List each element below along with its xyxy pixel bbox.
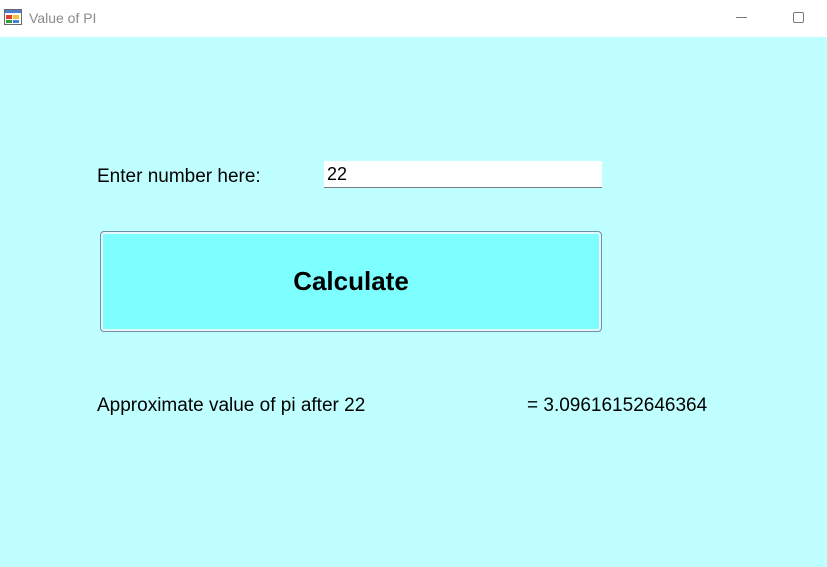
result-label: Approximate value of pi after 22 (97, 395, 366, 416)
minimize-button[interactable] (719, 0, 765, 37)
title-bar[interactable]: Value of PI (0, 0, 827, 37)
calculate-button[interactable]: Calculate (100, 231, 602, 332)
window-title: Value of PI (29, 10, 97, 26)
result-value: = 3.09616152646364 (527, 395, 708, 416)
prompt-label: Enter number here: (97, 166, 261, 187)
maximize-icon (793, 12, 804, 23)
minimize-icon (736, 17, 747, 18)
maximize-button[interactable] (776, 0, 822, 37)
form-client-area: Enter number here: Calculate Approximate… (0, 37, 827, 567)
number-input[interactable] (324, 161, 602, 188)
app-icon (4, 9, 22, 25)
